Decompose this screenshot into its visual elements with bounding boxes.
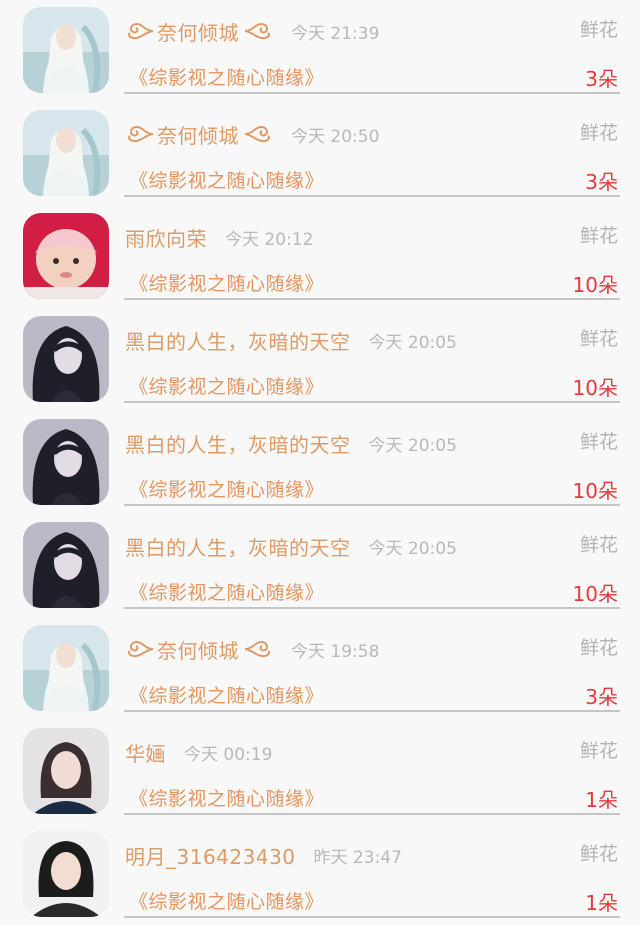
gift-record-row[interactable]: 奈何倾城 今天 20:50 鲜花《综影视之随心随缘》 3朵 bbox=[0, 101, 640, 204]
avatar-baby[interactable] bbox=[23, 213, 109, 299]
gift-record-row[interactable]: 黑白的人生，灰暗的天空 今天 20:05 鲜花《综影视之随心随缘》 10朵 bbox=[0, 307, 640, 410]
book-title-link[interactable]: 《综影视之随心随缘》 bbox=[129, 784, 324, 811]
row-divider bbox=[124, 92, 620, 94]
user-line: 奈何倾城 今天 20:50 bbox=[125, 117, 379, 151]
row-divider bbox=[124, 401, 620, 403]
gift-count: 3朵 bbox=[585, 67, 618, 91]
user-line: 黑白的人生，灰暗的天空 今天 20:05 bbox=[125, 426, 457, 460]
gift-type: 鲜花 bbox=[579, 843, 618, 865]
user-name[interactable]: 华婳 bbox=[125, 738, 166, 767]
ornament-right-icon bbox=[243, 123, 273, 145]
ornament-right-icon bbox=[243, 20, 273, 42]
timestamp: 今天 20:05 bbox=[368, 538, 457, 559]
gift-count: 10朵 bbox=[572, 273, 618, 297]
gift-record-row[interactable]: 黑白的人生，灰暗的天空 今天 20:05 鲜花《综影视之随心随缘》 10朵 bbox=[0, 513, 640, 616]
row-divider bbox=[124, 813, 620, 815]
book-title-link[interactable]: 《综影视之随心随缘》 bbox=[129, 475, 324, 502]
gift-count: 1朵 bbox=[585, 891, 618, 915]
timestamp: 今天 19:58 bbox=[291, 641, 380, 662]
ornament-left-icon bbox=[125, 638, 155, 660]
gift-type: 鲜花 bbox=[579, 328, 618, 350]
gift-type: 鲜花 bbox=[579, 19, 618, 41]
gift-type: 鲜花 bbox=[579, 225, 618, 247]
user-line: 奈何倾城 今天 19:58 bbox=[125, 632, 379, 666]
book-title-link[interactable]: 《综影视之随心随缘》 bbox=[129, 166, 324, 193]
gift-record-list: 奈何倾城 今天 21:39 鲜花 《综影视之随心随缘》 3朵 奈何倾城 今天 20:50 鲜花… bbox=[0, 0, 640, 918]
book-title-link[interactable]: 《综影视之随心随缘》 bbox=[129, 681, 324, 708]
gift-type: 鲜花 bbox=[579, 534, 618, 556]
user-line: 雨欣向荣 今天 20:12 bbox=[125, 220, 313, 254]
user-name[interactable]: 黑白的人生，灰暗的天空 bbox=[125, 429, 351, 458]
row-divider bbox=[124, 607, 620, 609]
user-name[interactable]: 黑白的人生，灰暗的天空 bbox=[125, 326, 351, 355]
ornament-left-icon bbox=[125, 123, 155, 145]
gift-count: 3朵 bbox=[585, 685, 618, 709]
timestamp: 今天 20:05 bbox=[368, 435, 457, 456]
book-title-link[interactable]: 《综影视之随心随缘》 bbox=[129, 63, 324, 90]
row-divider bbox=[124, 710, 620, 712]
gift-count: 3朵 bbox=[585, 170, 618, 194]
avatar-white-haired-character[interactable] bbox=[23, 7, 109, 93]
avatar-girl-photo[interactable] bbox=[23, 728, 109, 814]
row-divider bbox=[124, 504, 620, 506]
row-divider bbox=[124, 195, 620, 197]
book-title-link[interactable]: 《综影视之随心随缘》 bbox=[129, 372, 324, 399]
ornament-right-icon bbox=[243, 638, 273, 660]
gift-count: 10朵 bbox=[572, 376, 618, 400]
gift-count: 10朵 bbox=[572, 479, 618, 503]
user-line: 华婳 今天 00:19 bbox=[125, 735, 272, 769]
gift-record-row[interactable]: 华婳 今天 00:19 鲜花《综影视之随心随缘》 1朵 bbox=[0, 719, 640, 822]
user-line: 奈何倾城 今天 21:39 bbox=[125, 14, 379, 48]
book-title-link[interactable]: 《综影视之随心随缘》 bbox=[129, 269, 324, 296]
timestamp: 今天 20:50 bbox=[291, 126, 380, 147]
avatar-white-haired-character[interactable] bbox=[23, 625, 109, 711]
avatar-dark-haired-character[interactable] bbox=[23, 419, 109, 505]
gift-count: 10朵 bbox=[572, 582, 618, 606]
user-name[interactable]: 雨欣向荣 bbox=[125, 223, 207, 252]
avatar-white-haired-character[interactable] bbox=[23, 110, 109, 196]
user-name[interactable]: 奈何倾城 bbox=[157, 120, 239, 149]
user-name[interactable]: 明月_316423430 bbox=[125, 841, 296, 870]
timestamp: 今天 21:39 bbox=[291, 23, 380, 44]
gift-record-row[interactable]: 黑白的人生，灰暗的天空 今天 20:05 鲜花《综影视之随心随缘》 10朵 bbox=[0, 410, 640, 513]
row-divider bbox=[124, 298, 620, 300]
user-name[interactable]: 奈何倾城 bbox=[157, 635, 239, 664]
gift-record-row[interactable]: 明月_316423430 昨天 23:47 鲜花《综影视之随心随缘》 1朵 bbox=[0, 822, 640, 925]
gift-count: 1朵 bbox=[585, 788, 618, 812]
gift-record-row[interactable]: 奈何倾城 今天 19:58 鲜花《综影视之随心随缘》 3朵 bbox=[0, 616, 640, 719]
timestamp: 今天 00:19 bbox=[184, 744, 273, 765]
book-title-link[interactable]: 《综影视之随心随缘》 bbox=[129, 578, 324, 605]
gift-type: 鲜花 bbox=[579, 122, 618, 144]
gift-type: 鲜花 bbox=[579, 740, 618, 762]
avatar-woman-photo[interactable] bbox=[23, 831, 109, 917]
gift-record-row[interactable]: 奈何倾城 今天 21:39 鲜花《综影视之随心随缘》 3朵 bbox=[0, 0, 640, 101]
timestamp: 今天 20:05 bbox=[368, 332, 457, 353]
user-line: 黑白的人生，灰暗的天空 今天 20:05 bbox=[125, 529, 457, 563]
gift-type: 鲜花 bbox=[579, 431, 618, 453]
book-title-link[interactable]: 《综影视之随心随缘》 bbox=[129, 887, 324, 914]
user-name[interactable]: 奈何倾城 bbox=[157, 17, 239, 46]
ornament-left-icon bbox=[125, 20, 155, 42]
avatar-dark-haired-character[interactable] bbox=[23, 316, 109, 402]
timestamp: 今天 20:12 bbox=[225, 229, 314, 250]
timestamp: 昨天 23:47 bbox=[313, 847, 402, 868]
avatar-dark-haired-character[interactable] bbox=[23, 522, 109, 608]
gift-record-row[interactable]: 雨欣向荣 今天 20:12 鲜花《综影视之随心随缘》 10朵 bbox=[0, 204, 640, 307]
user-line: 黑白的人生，灰暗的天空 今天 20:05 bbox=[125, 323, 457, 357]
gift-type: 鲜花 bbox=[579, 637, 618, 659]
user-name[interactable]: 黑白的人生，灰暗的天空 bbox=[125, 532, 351, 561]
user-line: 明月_316423430 昨天 23:47 bbox=[125, 838, 402, 872]
